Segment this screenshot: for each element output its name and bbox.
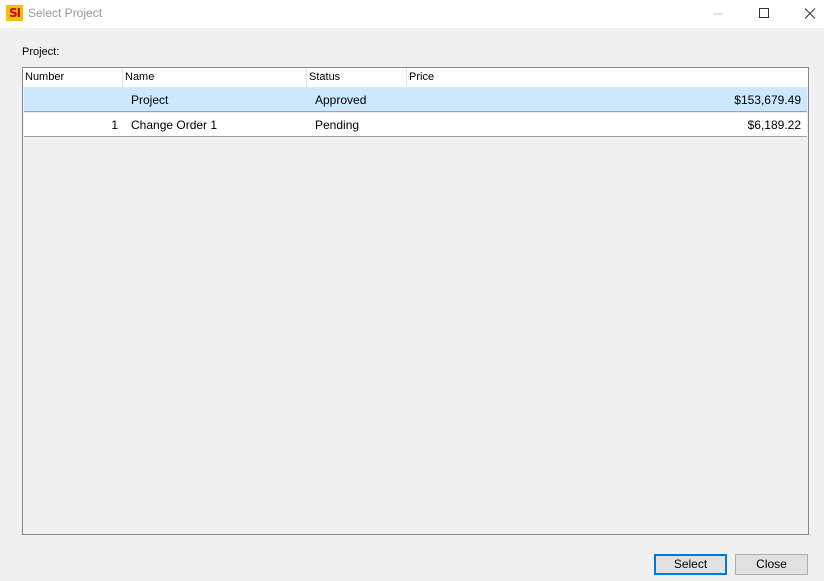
column-header-number[interactable]: Number (23, 68, 123, 87)
cell-price: $153,679.49 (734, 93, 801, 107)
table-row[interactable]: Project Approved $153,679.49 (24, 88, 807, 112)
column-header-status[interactable]: Status (307, 68, 407, 87)
table-row[interactable]: 1 Change Order 1 Pending $6,189.22 (24, 113, 807, 137)
cell-name: Change Order 1 (131, 118, 218, 132)
cell-number (24, 88, 118, 112)
title-bar[interactable]: SI Select Project (0, 0, 824, 28)
app-logo-icon: SI (6, 5, 23, 21)
close-button[interactable]: Close (735, 554, 808, 575)
cell-name: Project (131, 93, 169, 107)
close-icon (804, 8, 816, 19)
cell-price: $6,189.22 (747, 118, 801, 132)
select-project-dialog: SI Select Project Project: Number Name S… (0, 0, 824, 581)
project-list[interactable]: Number Name Status Price Project Approve… (22, 67, 809, 535)
minimize-icon (713, 13, 723, 15)
cell-status: Approved (315, 93, 367, 107)
project-label: Project: (22, 46, 60, 58)
list-header: Number Name Status Price (23, 68, 808, 88)
select-button[interactable]: Select (654, 554, 727, 575)
maximize-button[interactable] (741, 0, 787, 28)
cell-status: Pending (315, 118, 360, 132)
cell-number: 1 (111, 118, 118, 132)
window-close-button[interactable] (787, 0, 824, 28)
minimize-button[interactable] (695, 0, 741, 28)
column-header-price[interactable]: Price (407, 68, 808, 87)
window-title: Select Project (28, 6, 103, 20)
column-header-name[interactable]: Name (123, 68, 307, 87)
maximize-icon (759, 8, 769, 18)
